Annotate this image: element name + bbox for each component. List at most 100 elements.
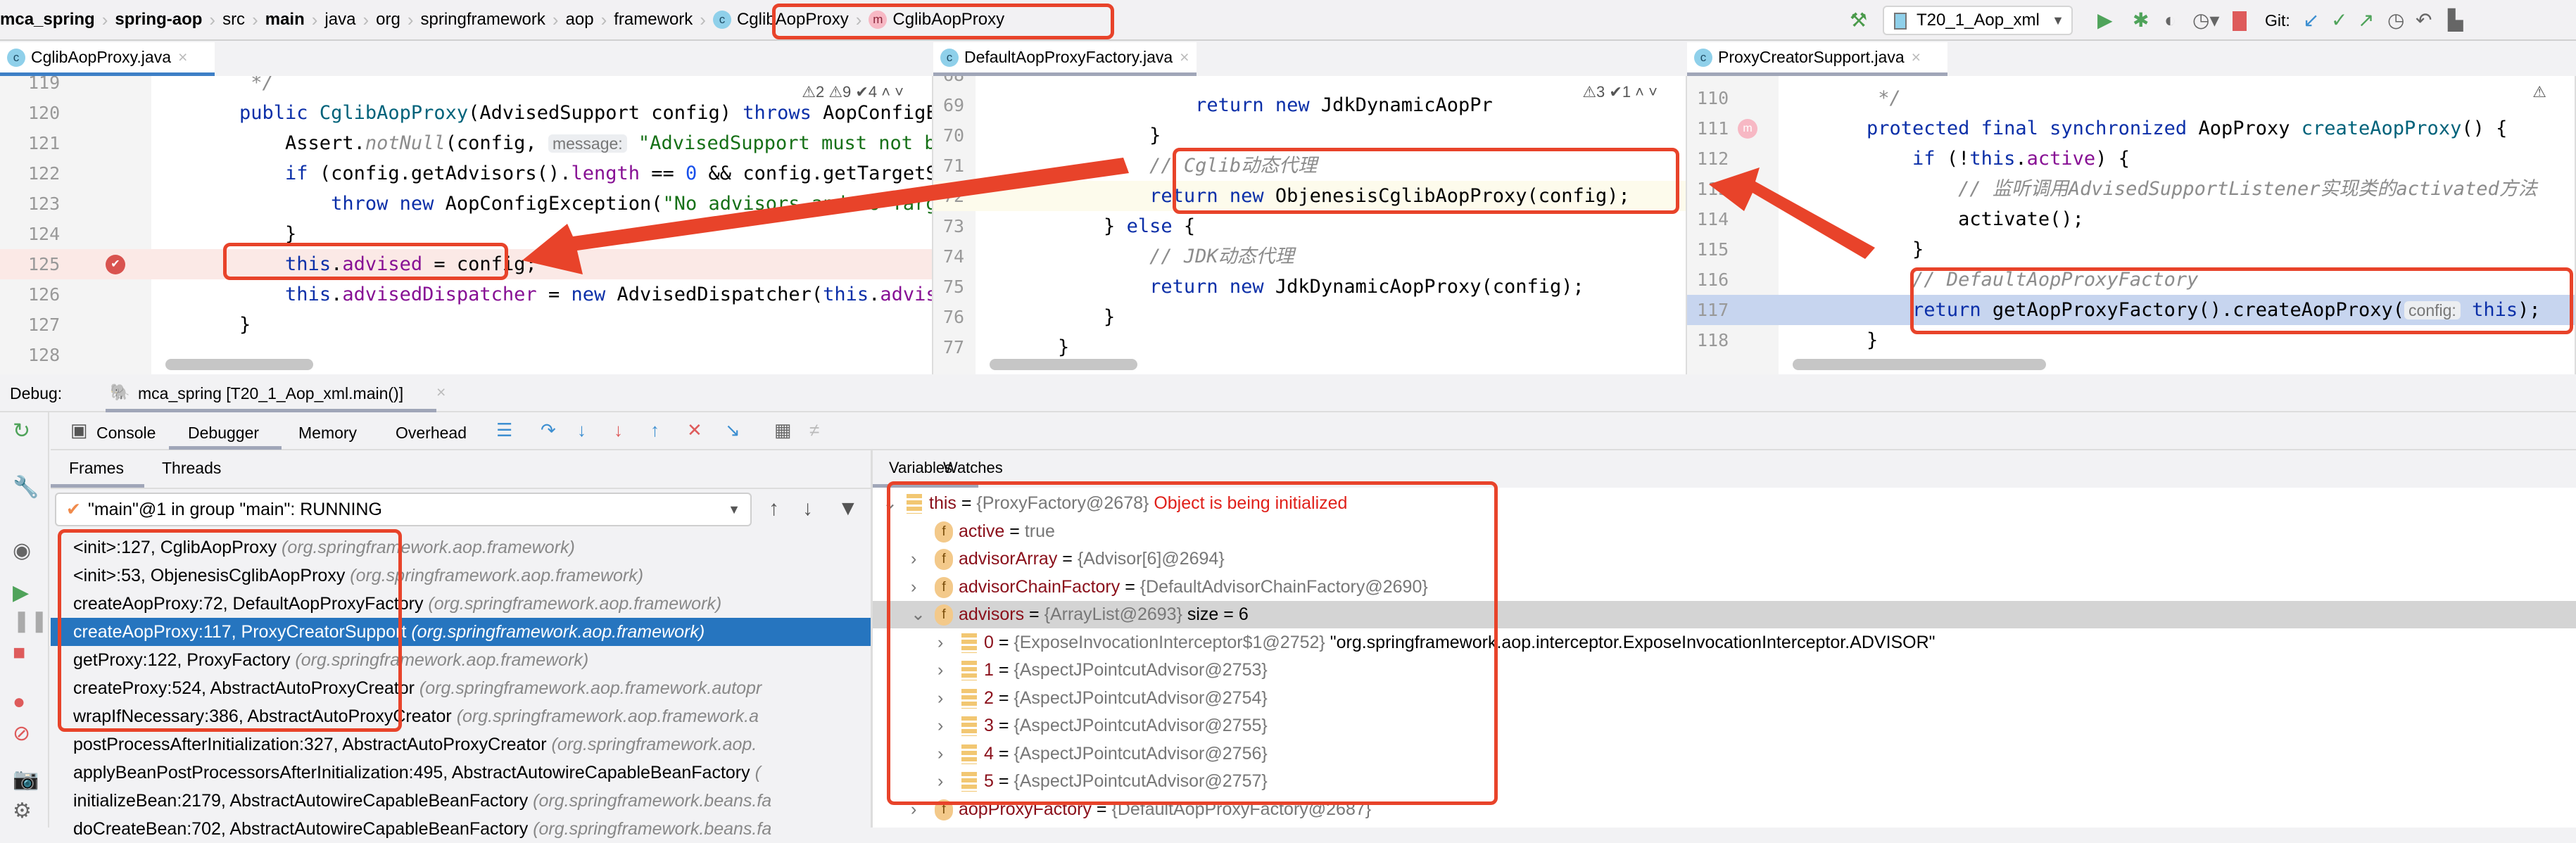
mute-breakpoints-icon[interactable]: ⊘ [13,722,30,746]
collapsed-chevron-icon[interactable]: › [911,796,916,823]
stop-icon[interactable] [2233,11,2247,31]
tab-defaultaopproxyfactory[interactable]: c DefaultAopProxyFactory.java × [933,42,1197,76]
thread-select[interactable]: ✔ "main"@1 in group "main": RUNNING ▼ [55,493,752,526]
step-over-icon[interactable]: ↷ [541,419,556,441]
project-structure-icon[interactable]: ▙ [2448,10,2463,31]
collapsed-chevron-icon[interactable]: › [937,740,943,768]
collapsed-chevron-icon[interactable]: › [911,573,916,601]
collapsed-chevron-icon[interactable]: › [937,629,943,657]
variable-row[interactable]: › 3 = {AspectJPointcutAdvisor@2755} [873,712,2576,740]
settings-wrench-icon[interactable]: 🔧 [13,476,39,500]
tab-frames[interactable]: Frames [69,459,124,478]
code-line[interactable]: 111 m protected final synchronized AopPro… [1687,113,2575,144]
rollback-icon[interactable]: ↶ [2416,10,2432,31]
code-line[interactable]: 118 } [1687,325,2575,355]
breadcrumb-item[interactable]: m CglibAopProxy [869,10,1004,30]
tab-proxycreatorsupport[interactable]: c ProxyCreatorSupport.java × [1687,42,1947,76]
breadcrumb-item[interactable]: aop [566,10,594,30]
collapsed-chevron-icon[interactable]: › [937,657,943,684]
variable-row[interactable]: ⌄ f advisors = {ArrayList@2693} size = 6 [873,601,2576,628]
inspection-widget[interactable]: ⚠ [2532,83,2546,101]
variable-row[interactable]: › f aopProxyFactory = {DefaultAopProxyFact… [873,796,2576,823]
git-update-icon[interactable]: ↙ [2303,10,2319,31]
close-icon[interactable]: × [178,48,187,67]
profile-icon[interactable]: ◷▾ [2192,10,2220,31]
code-line[interactable]: 120 public CglibAopProxy(AdvisedSupport … [0,98,932,128]
code-line[interactable]: 113 // 监听调用AdvisedSupportListener实现类的act… [1687,174,2575,204]
evaluate-calculator-icon[interactable]: ▦ [774,419,792,441]
code-line[interactable]: 73 } else { [933,211,1686,241]
git-commit-icon[interactable]: ✓ [2331,10,2347,31]
code-line[interactable]: 116 // DefaultAopProxyFactory [1687,265,2575,295]
variable-row[interactable]: › f advisorArray = {Advisor[6]@2694} [873,545,2576,573]
code-line[interactable]: 126 this.advisedDispatcher = new Advised… [0,279,932,310]
build-hammer-icon[interactable]: ⚒ [1850,10,1867,31]
run-configuration-select[interactable]: T20_1_Aop_xml ▼ [1883,6,2073,35]
code-line[interactable]: 115 } [1687,234,2575,265]
frame-item[interactable]: createAopProxy:72, DefaultAopProxyFactor… [51,590,871,618]
collapsed-chevron-icon[interactable]: › [937,768,943,795]
breadcrumb-item[interactable]: mca_spring [0,10,95,30]
code-line[interactable]: 70 } [933,120,1686,151]
variable-row[interactable]: › 0 = {ExposeInvocationInterceptor$1@2752… [873,629,2576,657]
method-breakpoint-icon[interactable]: m [1738,119,1757,139]
frame-item[interactable]: applyBeanPostProcessorsAfterInitializati… [51,759,871,787]
collapsed-chevron-icon[interactable]: › [937,712,943,740]
code-line[interactable]: 114 activate(); [1687,204,2575,234]
tab-cglibaopproxy[interactable]: c CglibAopProxy.java × [0,42,215,76]
code-line[interactable]: 123 throw new AopConfigException("No adv… [0,189,932,219]
previous-frame-icon[interactable]: ↑ [769,497,779,521]
variable-row[interactable]: ⌄ this = {ProxyFactory@2678} Object is be… [873,490,2576,517]
code-line[interactable]: 76 } [933,302,1686,332]
collapsed-chevron-icon[interactable]: › [937,685,943,712]
view-breakpoints-icon[interactable]: ● [13,690,25,714]
expanded-chevron-icon[interactable]: ⌄ [883,490,897,517]
frame-item[interactable]: wrapIfNecessary:386, AbstractAutoProxyCr… [51,702,871,730]
coverage-icon[interactable]: ◐ [2164,10,2176,31]
variable-row[interactable]: › 4 = {AspectJPointcutAdvisor@2756} [873,740,2576,768]
breadcrumb-item[interactable]: spring-aop [115,10,202,30]
git-push-icon[interactable]: ↗ [2358,10,2374,31]
stop-icon[interactable]: ■ [13,641,25,665]
debug-bug-icon[interactable]: ✱ [2133,10,2149,31]
breakpoint-icon[interactable]: ✔ [106,255,125,274]
run-to-cursor-icon[interactable]: ↘ [725,419,740,441]
code-line[interactable]: 69 return new JdkDynamicAopPr [933,90,1686,120]
frame-item[interactable]: postProcessAfterInitialization:327, Abst… [51,730,871,759]
trace-icon[interactable]: ≠ [809,419,819,441]
step-into-icon[interactable]: ↓ [577,419,586,441]
frame-item[interactable]: createProxy:524, AbstractAutoProxyCreato… [51,674,871,702]
breadcrumb-item[interactable]: src [222,10,245,30]
tab-console[interactable]: Console [96,424,156,443]
collapsed-chevron-icon[interactable]: › [911,545,916,573]
editor-pane-proxycreatorsupport[interactable]: 110 */ 111 m protected final synchronized … [1687,76,2576,374]
frame-item[interactable]: getProxy:122, ProxyFactory (org.springfr… [51,646,871,674]
breadcrumb-item[interactable]: main [265,10,305,30]
frame-item[interactable]: initializeBean:2179, AbstractAutowireCap… [51,787,871,815]
code-line[interactable]: 77 } [933,332,1686,362]
horizontal-scrollbar[interactable] [990,359,1137,370]
resume-icon[interactable]: ▶ [13,581,29,605]
close-icon[interactable]: × [1912,48,1921,67]
breadcrumb-item[interactable]: java [324,10,355,30]
editor-pane-cglibaopproxy[interactable]: 119 */120 public CglibAopProxy(AdvisedSu… [0,76,933,374]
code-line[interactable]: 110 */ [1687,83,2575,113]
tab-memory[interactable]: Memory [298,424,357,443]
next-frame-icon[interactable]: ↓ [802,497,813,521]
pause-icon[interactable]: ❚❚ [13,609,48,633]
view-breakpoints-icon[interactable]: ◉ [13,539,31,563]
code-line[interactable]: 75 return new JdkDynamicAopProxy(config)… [933,272,1686,302]
frame-item[interactable]: <init>:53, ObjenesisCglibAopProxy (org.s… [51,562,871,590]
show-execution-point-icon[interactable]: ☰ [496,419,512,441]
code-line[interactable]: 122 if (config.getAdvisors().length == 0… [0,158,932,189]
editor-pane-defaultaopproxyfactory[interactable]: 6869 return new JdkDynamicAopPr70 }71 //… [933,76,1687,374]
inspection-widget[interactable]: ⚠3 ✔1 ˄ ˅ [1582,83,1658,101]
code-line[interactable]: 128 [0,340,932,370]
horizontal-scrollbar[interactable] [1793,359,2046,370]
variable-row[interactable]: › 1 = {AspectJPointcutAdvisor@2753} [873,657,2576,684]
code-line[interactable]: 124 } [0,219,932,249]
frame-item[interactable]: <init>:127, CglibAopProxy (org.springfra… [51,533,871,562]
tab-overhead[interactable]: Overhead [396,424,467,443]
variable-row[interactable]: › 5 = {AspectJPointcutAdvisor@2757} [873,768,2576,795]
close-icon[interactable]: × [436,383,446,402]
